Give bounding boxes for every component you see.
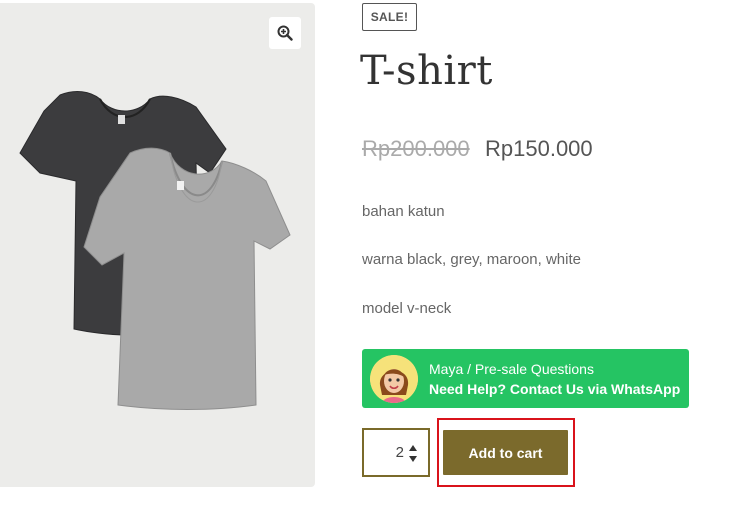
- description-colors: warna black, grey, maroon, white: [362, 251, 581, 268]
- sale-price: Rp150.000: [485, 136, 593, 161]
- zoom-in-icon: [277, 25, 293, 41]
- description-model: model v-neck: [362, 300, 452, 317]
- sale-badge: SALE!: [362, 3, 417, 31]
- product-title: T-shirt: [360, 48, 493, 94]
- zoom-button[interactable]: [269, 17, 301, 49]
- highlight-box: [437, 418, 575, 487]
- quantity-stepper[interactable]: 2: [362, 428, 430, 477]
- decrement-arrow-icon[interactable]: [406, 454, 420, 464]
- quantity-value[interactable]: 2: [378, 444, 404, 461]
- original-price: Rp200.000: [362, 136, 470, 161]
- whatsapp-agent-label: Maya / Pre-sale Questions: [429, 361, 594, 377]
- whatsapp-help-label: Need Help? Contact Us via WhatsApp: [429, 381, 681, 397]
- description-material: bahan katun: [362, 203, 445, 220]
- whatsapp-contact-button[interactable]: Maya / Pre-sale Questions Need Help? Con…: [362, 349, 689, 408]
- agent-avatar-icon: [370, 355, 418, 403]
- product-image: [19, 91, 291, 410]
- increment-arrow-icon[interactable]: [406, 443, 420, 453]
- product-gallery[interactable]: [0, 3, 315, 487]
